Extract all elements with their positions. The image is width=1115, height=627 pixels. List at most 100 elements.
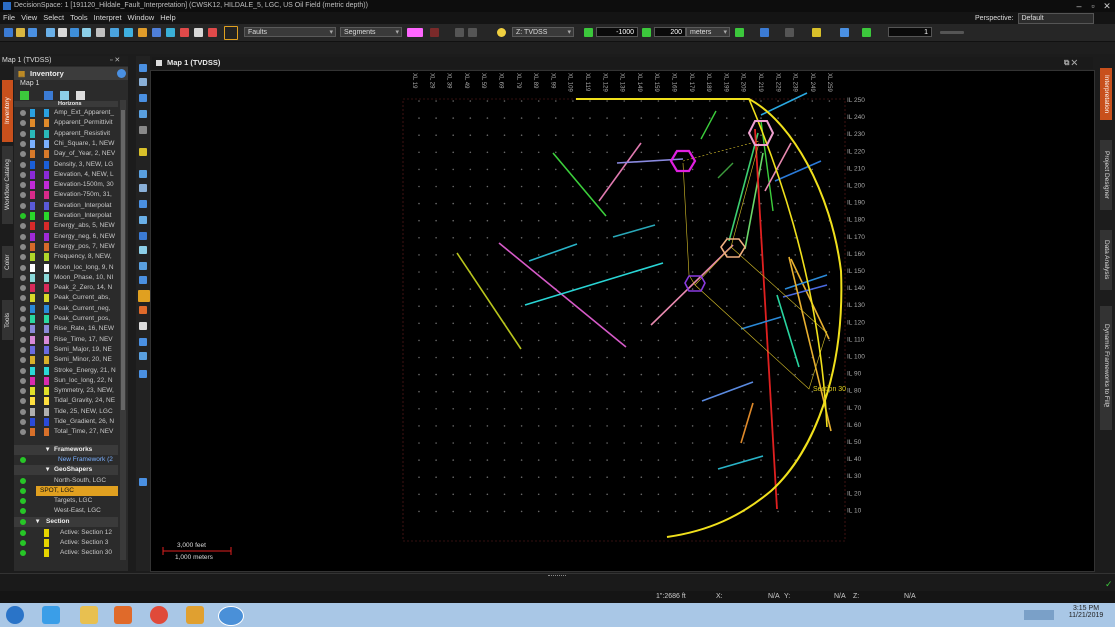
geoshaper-item[interactable]: West-East, LGC [14,506,122,516]
section-header[interactable]: ▾ Section [14,517,118,527]
fault-stick[interactable] [717,455,764,470]
horizon-item[interactable]: Semi_Major, 19, NE [14,345,122,355]
tab-dynamic-frameworks[interactable]: Dynamic Frameworks to Fill™ [1100,306,1112,430]
redo-icon[interactable] [468,28,477,37]
horizon-item[interactable]: Frequency, 8, NEW, [14,252,122,262]
menu-file[interactable]: File [0,12,18,24]
horizon-color-swatch[interactable] [30,109,35,117]
select-icon[interactable] [139,170,147,178]
scrollbar-thumb[interactable] [121,110,125,410]
map-canvas[interactable]: XL 19 XL 29 XL 39 XL 49 XL 59 XL 69 XL 79 XL 89… [150,70,1095,572]
horizon-color-swatch[interactable] [30,376,35,385]
fault-stick[interactable] [524,262,664,306]
horizon-color-swatch[interactable] [30,129,35,138]
faults-combo[interactable]: Faults [244,27,336,38]
visibility-icon[interactable] [20,305,26,312]
track-icon[interactable] [862,28,871,37]
annotate-icon[interactable] [139,276,147,284]
lasso-icon[interactable] [139,184,147,192]
visibility-icon[interactable] [20,130,26,137]
horizon-item[interactable]: Energy_pos, 7, NEW [14,242,122,252]
framework-item[interactable]: New Framework (2 [14,455,122,465]
filter-icon[interactable] [44,91,53,100]
horizons-header[interactable]: Horizons [14,101,118,107]
map-svg[interactable]: XL 19 XL 29 XL 39 XL 49 XL 59 XL 69 XL 79 XL 89… [151,71,1094,571]
horizon-color-swatch[interactable] [30,119,35,128]
tab-inventory[interactable]: Inventory [2,80,13,142]
section-item[interactable]: Active: Section 3 [14,538,122,548]
horizon-item[interactable]: Elevation, 4, NEW, L [14,170,122,180]
horizon-item[interactable]: Elevation-1500m, 30 [14,180,122,190]
horizon-color-swatch[interactable] [30,407,35,416]
help-icon[interactable] [117,69,126,78]
horizon-color-swatch[interactable] [30,397,35,406]
fault-stick[interactable] [552,152,607,217]
search-icon[interactable] [139,370,147,378]
step-forward-icon[interactable] [642,28,651,37]
horizon-item[interactable]: Moon_Phase, 10, NI [14,273,122,283]
horizon-color-swatch[interactable] [30,325,35,334]
layer-icon[interactable] [194,28,203,37]
sun-icon[interactable] [497,28,506,37]
horizon-color-swatch[interactable] [30,294,35,303]
domain-combo[interactable]: Z: TVDSS [512,27,574,38]
delete-icon[interactable] [430,28,439,37]
horizon-item[interactable]: Day_of_Year, 2, NEV [14,149,122,159]
visibility-icon[interactable] [20,346,26,353]
visibility-icon[interactable] [20,419,26,425]
horizon-color-swatch[interactable] [30,160,35,169]
depth-input[interactable]: -1000 [596,27,638,37]
horizon-color-swatch[interactable] [30,139,35,148]
menu-help[interactable]: Help [157,12,178,24]
horizon-color-swatch[interactable] [30,428,35,437]
frameworks-header[interactable]: ▾ Frameworks [14,445,118,455]
fault-stick[interactable] [498,242,627,348]
horizon-color-swatch[interactable] [30,201,35,210]
map-node[interactable]: Map 1 [20,80,39,87]
window-icon[interactable] [70,28,79,37]
close-button[interactable]: ✕ [1100,0,1114,12]
visibility-icon[interactable] [20,223,26,230]
visibility-icon[interactable] [20,171,26,178]
geoshaper-item[interactable]: North-South, LGC [14,476,122,486]
visibility-icon[interactable] [20,182,26,189]
geoshapers-header[interactable]: ▾ GeoShapers [14,465,118,475]
globe-icon[interactable] [110,28,119,37]
horizon-color-swatch[interactable] [30,170,35,179]
well-icon[interactable] [96,28,105,37]
horizon-color-swatch[interactable] [30,253,35,262]
horizon-item[interactable]: Apparent_Resistivit [14,129,122,139]
horizon-item[interactable]: Tide_Gradient, 26, N [14,417,122,427]
layers-icon[interactable] [139,262,147,270]
eraser-icon[interactable] [139,322,147,330]
geoshaper-item-selected[interactable]: SPOT, LGC [36,486,118,496]
active-tool-icon[interactable] [138,290,150,302]
tab-workflow-catalog[interactable]: Workflow Catalog [2,146,13,224]
horizon-color-swatch[interactable] [30,366,35,375]
fault-stick[interactable] [728,132,759,242]
horizon-color-swatch[interactable] [30,263,35,272]
clock[interactable]: 3:15 PM 11/21/2019 [1066,605,1106,619]
bookmark-icon[interactable] [760,28,769,37]
minimize-button[interactable]: – [1072,0,1086,12]
visibility-icon[interactable] [20,243,26,250]
visibility-icon[interactable] [20,408,26,415]
horizon-item[interactable]: Rise_Time, 17, NEV [14,335,122,345]
fault-stick[interactable] [456,252,522,350]
horizon-color-swatch[interactable] [30,356,35,365]
count-input[interactable]: 1 [888,27,932,37]
fault-stick[interactable] [788,256,832,432]
tab-project-designer[interactable]: Project Designer [1100,140,1112,210]
horizon-item[interactable]: Energy_neg, 6, NEW [14,232,122,242]
horizon-item[interactable]: Energy_abs, 5, NEW [14,221,122,231]
polygon-icon[interactable] [139,200,147,208]
link-icon[interactable] [840,28,849,37]
section-item[interactable]: Active: Section 30 [14,548,122,558]
refresh-icon[interactable] [60,91,69,100]
visibility-icon[interactable] [20,336,26,343]
play-icon[interactable] [735,28,744,37]
segments-combo[interactable]: Segments [340,27,402,38]
visibility-icon[interactable] [20,151,26,158]
fault-stick[interactable] [612,224,656,238]
horizon-color-swatch[interactable] [30,418,35,426]
